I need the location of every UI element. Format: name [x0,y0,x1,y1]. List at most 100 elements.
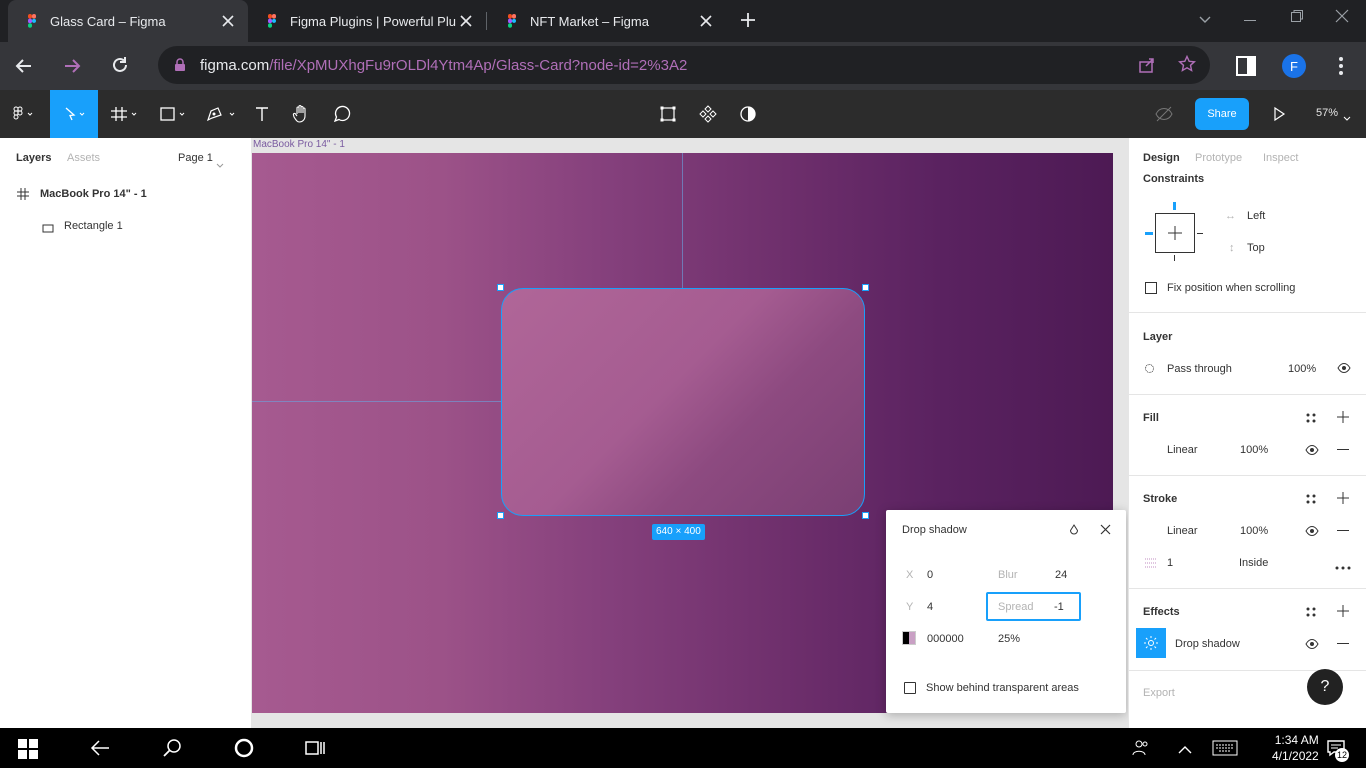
windows-start-icon[interactable] [18,739,38,764]
x-input[interactable]: 0 [927,569,933,581]
back-arrow-icon[interactable] [14,56,34,81]
frame-label[interactable]: MacBook Pro 14" - 1 [253,139,345,150]
constraint-bottom-bar[interactable] [1174,255,1175,261]
fix-position-checkbox[interactable] [1145,282,1157,294]
blur-input[interactable]: 24 [1055,569,1067,581]
more-options-icon[interactable] [1335,561,1351,573]
eye-icon[interactable] [1305,638,1319,653]
tab-inspect[interactable]: Inspect [1263,152,1298,164]
add-effect-icon[interactable] [1337,605,1349,620]
tab-assets[interactable]: Assets [67,152,100,164]
remove-stroke-icon[interactable] [1337,530,1349,531]
browser-tab-glass-card[interactable]: Glass Card – Figma [8,0,248,42]
keyboard-icon[interactable] [1212,740,1238,761]
stroke-weight-input[interactable]: 1 [1167,557,1173,569]
help-button[interactable]: ? [1307,669,1343,705]
address-bar[interactable]: figma.com/file/XpMUXhgFu9rOLDl4Ytm4Ap/Gl… [158,46,1210,84]
stroke-opacity-input[interactable]: 100% [1240,525,1268,537]
frame-tool-button[interactable] [106,90,146,138]
close-tab-icon[interactable] [456,11,476,31]
back-arrow-icon[interactable] [90,738,110,763]
hand-tool-button[interactable] [286,90,316,138]
chevron-down-icon[interactable] [1198,12,1212,31]
pen-tool-button[interactable] [200,90,242,138]
tab-prototype[interactable]: Prototype [1195,152,1242,164]
reload-icon[interactable] [110,55,130,80]
color-hex-input[interactable]: 000000 [927,633,964,645]
style-grid-icon[interactable] [1305,493,1317,508]
forward-arrow-icon[interactable] [62,56,82,81]
constraint-widget[interactable] [1155,213,1195,253]
text-tool-button[interactable] [248,90,276,138]
search-icon[interactable] [162,738,182,763]
close-tab-icon[interactable] [218,11,238,31]
resize-handle[interactable] [862,284,869,291]
chevron-up-icon[interactable] [1178,742,1192,760]
shape-tool-button[interactable] [154,90,194,138]
stroke-type[interactable]: Linear [1167,525,1198,537]
layer-row-frame[interactable]: MacBook Pro 14" - 1 [0,182,251,206]
present-play-icon[interactable] [1272,106,1286,127]
constraint-top-bar[interactable] [1173,202,1176,210]
resize-handle[interactable] [497,512,504,519]
constraint-right-bar[interactable] [1197,233,1203,234]
close-icon[interactable] [1100,524,1111,538]
new-tab-icon[interactable] [738,10,758,35]
eye-icon[interactable] [1305,525,1319,540]
browser-tab-figma-plugins[interactable]: Figma Plugins | Powerful Plugin [248,0,486,42]
cortana-circle-icon[interactable] [234,738,254,763]
show-behind-checkbox[interactable] [904,682,916,694]
page-selector[interactable]: Page 1 [178,152,213,164]
zoom-level[interactable]: 57% [1316,107,1338,119]
share-page-icon[interactable] [1138,56,1156,79]
comment-tool-button[interactable] [328,90,356,138]
layer-opacity-input[interactable]: 100% [1288,363,1316,375]
browser-tab-nft-market[interactable]: NFT Market – Figma [488,0,726,42]
minimize-window-icon[interactable] [1244,20,1256,21]
stroke-align-select[interactable]: Inside [1239,557,1268,569]
browser-menu-icon[interactable] [1338,56,1344,81]
tab-layers[interactable]: Layers [16,152,51,164]
eye-icon[interactable] [1305,444,1319,459]
layer-row-rectangle[interactable]: Rectangle 1 [0,214,251,238]
glass-card-rectangle[interactable] [501,288,865,516]
profile-avatar[interactable]: F [1282,54,1306,78]
add-stroke-icon[interactable] [1337,492,1349,507]
tab-design[interactable]: Design [1143,152,1180,164]
share-button[interactable]: Share [1195,98,1249,130]
vertical-constraint[interactable]: Top [1247,242,1265,254]
spread-input[interactable]: Spread -1 [986,592,1081,621]
style-grid-icon[interactable] [1305,606,1317,621]
remove-fill-icon[interactable] [1337,449,1349,450]
resize-handle[interactable] [862,512,869,519]
add-fill-icon[interactable] [1337,411,1349,426]
restore-window-icon[interactable] [1290,9,1304,28]
color-opacity-input[interactable]: 25% [998,633,1020,645]
fill-type[interactable]: Linear [1167,444,1198,456]
style-grid-icon[interactable] [1305,412,1317,427]
lock-icon[interactable] [174,58,186,77]
constraint-left-bar[interactable] [1145,232,1153,235]
close-window-icon[interactable] [1335,9,1349,28]
create-component-button[interactable] [696,90,720,138]
drop-icon[interactable] [1069,524,1079,539]
remove-effect-icon[interactable] [1337,643,1349,644]
main-menu-button[interactable] [0,90,48,138]
effect-settings-button[interactable] [1136,628,1166,658]
horizontal-constraint[interactable]: Left [1247,210,1265,222]
move-tool-button[interactable] [50,90,98,138]
blend-mode-select[interactable]: Pass through [1167,363,1232,375]
mask-button[interactable] [736,90,760,138]
color-swatch[interactable] [902,631,916,645]
people-icon[interactable] [1132,739,1150,762]
chevron-down-icon[interactable] [216,156,224,174]
task-view-icon[interactable] [304,738,326,763]
effect-type-select[interactable]: Drop shadow [1175,638,1240,650]
fill-opacity-input[interactable]: 100% [1240,444,1268,456]
close-tab-icon[interactable] [696,11,716,31]
y-input[interactable]: 4 [927,601,933,613]
side-panel-icon[interactable] [1236,56,1256,81]
hidden-eye-icon[interactable] [1154,105,1174,128]
bookmark-star-icon[interactable] [1177,54,1197,78]
system-clock[interactable]: 1:34 AM 4/1/2022 [1272,732,1319,764]
